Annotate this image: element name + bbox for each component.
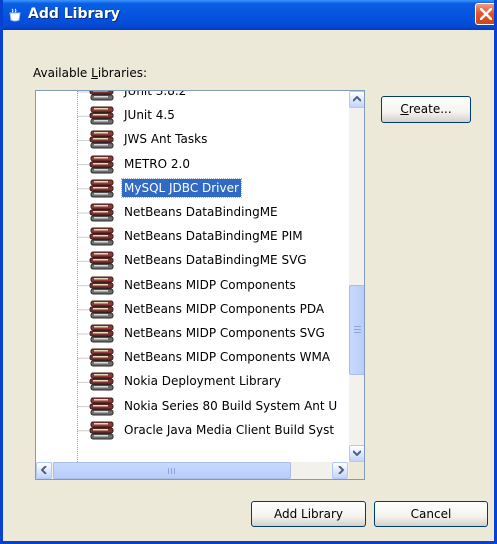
scroll-down-button[interactable] — [349, 445, 364, 462]
close-x-icon — [480, 8, 492, 20]
list-item[interactable]: Nokia Deployment Library — [88, 369, 350, 393]
library-books-icon — [89, 372, 114, 391]
list-item[interactable]: NetBeans DataBindingME — [88, 200, 350, 224]
close-button[interactable] — [475, 3, 494, 25]
scroll-right-button[interactable] — [332, 462, 348, 479]
library-books-icon — [89, 106, 114, 125]
library-name: NetBeans MIDP Components PDA — [124, 301, 325, 316]
library-books-icon — [89, 348, 114, 367]
list-item[interactable]: JUnit 3.8.2 — [88, 90, 350, 103]
dialog-title: Add Library — [28, 6, 120, 22]
arrow-up-icon — [353, 96, 361, 102]
library-books-icon — [89, 227, 114, 246]
list-item[interactable]: NetBeans MIDP Components WMA — [88, 345, 350, 369]
library-name: Oracle Java Media Client Build Syst — [124, 422, 335, 437]
vertical-scrollbar[interactable] — [349, 91, 364, 462]
list-item[interactable]: NetBeans MIDP Components — [88, 273, 350, 297]
scroll-left-button[interactable] — [36, 462, 52, 479]
java-cup-icon — [9, 8, 21, 22]
library-name: NetBeans DataBindingME SVG — [124, 253, 307, 268]
grip-line — [171, 468, 172, 474]
library-books-icon — [89, 324, 114, 343]
library-name: JUnit 4.5 — [124, 108, 175, 123]
library-books-icon — [89, 397, 114, 416]
list-item[interactable]: NetBeans DataBindingME PIM — [88, 224, 350, 248]
library-books-icon — [89, 130, 114, 149]
library-name: NetBeans DataBindingME PIM — [124, 229, 303, 244]
library-books-icon — [89, 203, 114, 222]
list-item[interactable]: METRO 2.0 — [88, 152, 350, 176]
add-library-dialog: Add Library Available Libraries: JUnit 3… — [0, 0, 497, 544]
available-libraries-label: Available Libraries: — [33, 66, 148, 80]
library-books-icon — [89, 276, 114, 295]
list-item[interactable]: NetBeans MIDP Components SVG — [88, 321, 350, 345]
horizontal-scrollbar[interactable] — [36, 462, 349, 479]
list-item[interactable]: NetBeans MIDP Components PDA — [88, 297, 350, 321]
list-item[interactable]: NetBeans DataBindingME SVG — [88, 248, 350, 272]
grip-line — [354, 329, 361, 330]
library-name: Nokia Deployment Library — [124, 374, 281, 389]
library-name: NetBeans DataBindingME — [124, 205, 278, 219]
arrow-right-icon — [338, 466, 345, 474]
create-button[interactable]: Create... — [381, 96, 471, 123]
library-name: METRO 2.0 — [124, 156, 190, 171]
horizontal-scroll-thumb[interactable] — [53, 462, 291, 479]
arrow-left-icon — [41, 466, 47, 474]
library-name: NetBeans MIDP Components — [124, 277, 296, 292]
list-item[interactable]: Oracle Java Media Client Build Syst — [88, 418, 350, 442]
list-item[interactable]: JWS Ant Tasks — [88, 127, 350, 151]
library-name: NetBeans MIDP Components WMA — [124, 350, 331, 365]
vertical-scroll-thumb[interactable] — [349, 285, 364, 375]
library-name: JUnit 3.8.2 — [124, 90, 187, 98]
title-bar[interactable]: Add Library — [3, 0, 494, 30]
library-books-icon — [89, 251, 114, 270]
library-books-icon — [89, 421, 114, 440]
library-books-icon — [89, 300, 114, 319]
grip-line — [354, 332, 361, 333]
library-name: Nokia Series 80 Build System Ant U — [124, 398, 338, 413]
library-name: NetBeans MIDP Components SVG — [124, 326, 325, 340]
scrollbar-corner — [349, 462, 364, 479]
library-list[interactable]: JUnit 3.8.2 JUnit 4.5 JWS Ant Tasks METRO 2… — [35, 90, 365, 480]
tree-connector-lines — [77, 91, 90, 463]
cancel-button[interactable]: Cancel — [374, 501, 488, 527]
list-item[interactable]: Nokia Series 80 Build System Ant U — [88, 394, 350, 418]
arrow-down-icon — [353, 450, 361, 456]
grip-line — [354, 326, 361, 327]
library-name: MySQL JDBC Driver — [121, 177, 242, 198]
library-books-icon — [89, 91, 114, 101]
scroll-up-button[interactable] — [349, 91, 364, 108]
library-books-icon — [89, 155, 114, 174]
library-name: JWS Ant Tasks — [124, 132, 208, 147]
grip-line — [174, 468, 175, 474]
grip-line — [168, 468, 169, 474]
list-item[interactable]: JUnit 4.5 — [88, 103, 350, 127]
library-books-icon — [89, 179, 114, 198]
add-library-button[interactable]: Add Library — [251, 501, 366, 527]
list-item[interactable]: MySQL JDBC Driver — [88, 176, 350, 200]
